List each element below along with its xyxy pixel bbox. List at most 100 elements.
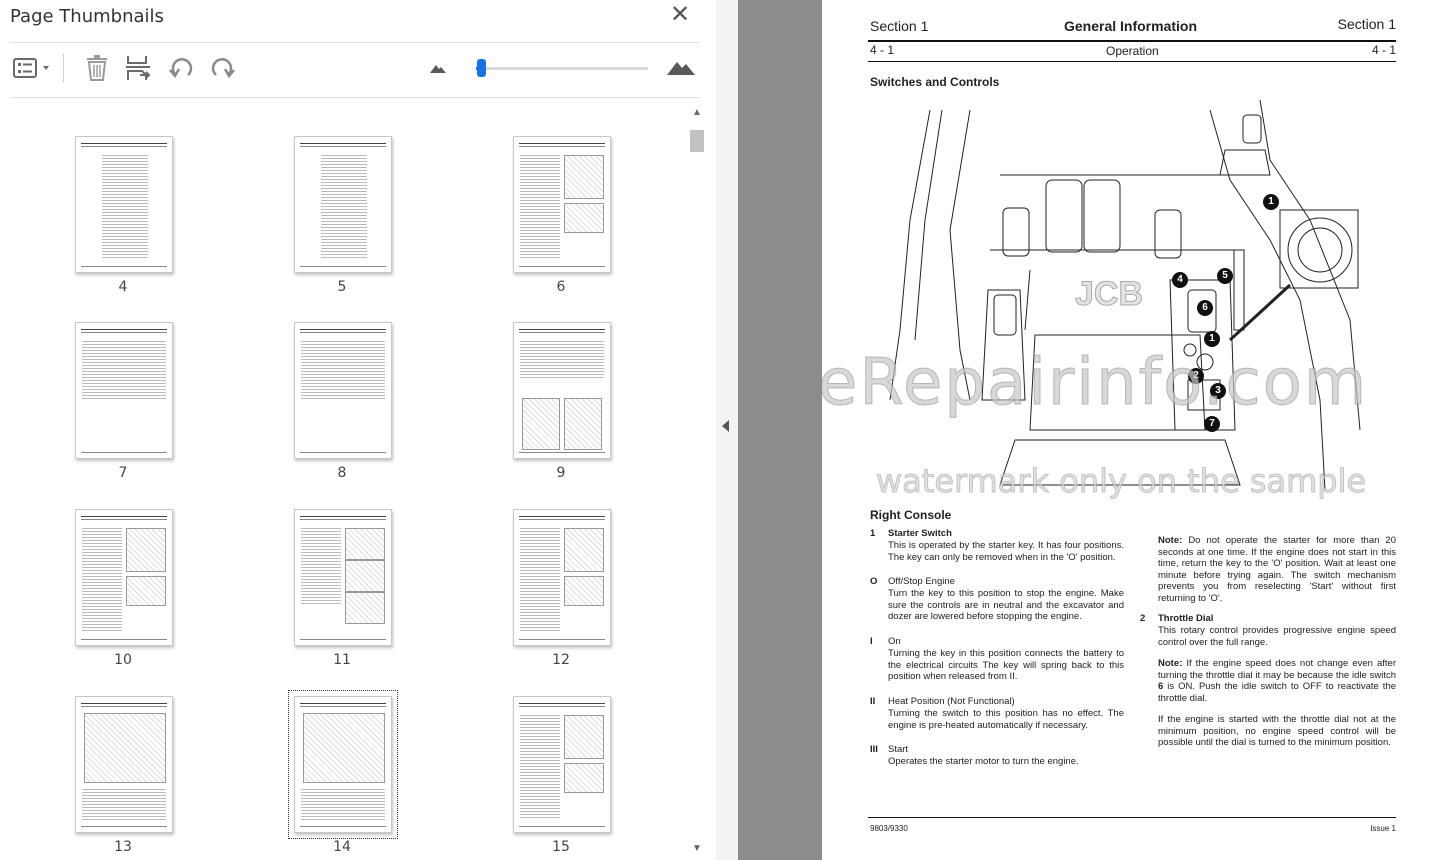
note-text: Do not operate the starter for more than… <box>1158 535 1396 604</box>
thumbnail-content <box>102 153 148 258</box>
header-section-right: Section 1 <box>1337 16 1396 32</box>
thumbnail-content <box>82 787 166 822</box>
page-number-label: 9 <box>556 465 566 481</box>
page-thumbnail[interactable] <box>294 136 392 273</box>
thumbnail-content <box>300 826 386 827</box>
thumbnail-content <box>300 327 386 330</box>
panel-splitter[interactable] <box>716 0 738 860</box>
page-thumbnail[interactable] <box>294 322 392 459</box>
note-label: Note: <box>1158 535 1183 546</box>
insert-pages-icon[interactable] <box>122 52 154 84</box>
thumbnail-content <box>519 701 605 704</box>
callout-marker: 1 <box>1204 331 1220 347</box>
thumbnail-content <box>519 452 605 453</box>
scroll-up-arrow-icon[interactable]: ▲ <box>692 108 702 118</box>
thumbnail-content <box>564 398 602 450</box>
thumbnail-content <box>81 266 167 267</box>
thumbnail-content <box>520 339 604 379</box>
page-thumbnail[interactable] <box>513 136 611 273</box>
page-number-label: 8 <box>337 465 347 481</box>
page-number-label: 15 <box>552 839 570 855</box>
header-section-left: Section 1 <box>870 18 929 34</box>
panel-title: Page Thumbnails <box>10 6 164 27</box>
zoom-slider-handle[interactable] <box>477 59 487 77</box>
thumbnail-content <box>81 519 167 520</box>
thumbnail-content <box>301 339 385 399</box>
page-number-label: 5 <box>337 279 347 295</box>
jcb-logo-text: JCB <box>1075 275 1143 313</box>
thumbnail-content <box>519 639 605 640</box>
thumbnails-panel: Page Thumbnails ✕ 4 5 6 7 8 9 10 11 12 1… <box>0 0 717 860</box>
thumbnail-content <box>300 706 386 707</box>
thumbnail-content <box>519 327 605 330</box>
note-ref: 6 <box>1158 681 1164 692</box>
rotate-clockwise-icon[interactable] <box>208 52 238 84</box>
thumbnail-content <box>519 266 605 267</box>
page-number-label: 10 <box>114 652 132 668</box>
section-title: Switches and Controls <box>870 75 1000 89</box>
title-divider <box>10 42 700 43</box>
rotate-counterclockwise-icon[interactable] <box>166 52 196 84</box>
note-throttle: Note: If the engine speed does not chang… <box>1158 658 1396 704</box>
header-title: General Information <box>1064 18 1198 34</box>
scroll-down-arrow-icon[interactable]: ▼ <box>692 844 702 854</box>
mountain-large-icon[interactable] <box>664 52 698 84</box>
thumbnail-content <box>81 327 167 330</box>
thumbnails-scrollbar[interactable]: ▲ ▼ <box>688 104 706 858</box>
thumbnail-content <box>564 715 604 759</box>
thumbnail-content <box>126 576 166 606</box>
page-number-label: 11 <box>333 652 351 668</box>
paragraph-throttle-min: If the engine is started with the thrott… <box>1158 714 1396 748</box>
thumbnail-content <box>81 141 167 144</box>
close-icon[interactable]: ✕ <box>668 3 692 28</box>
page-number-label: 4 <box>118 279 128 295</box>
thumbnail-content <box>81 639 167 640</box>
page-thumbnail[interactable] <box>288 690 398 839</box>
footer-rule <box>868 817 1396 818</box>
thumbnail-content <box>564 203 604 233</box>
collapse-panel-arrow-icon[interactable] <box>722 420 729 432</box>
thumbnail-content <box>300 332 386 333</box>
item-title: Heat Position (Not Functional) <box>888 696 1015 707</box>
page-thumbnail[interactable] <box>513 322 611 459</box>
thumbnail-content <box>520 526 560 631</box>
thumbnail-content <box>564 155 604 199</box>
item-text: Turning the switch to this position has … <box>888 708 1124 731</box>
thumbnail-content <box>81 452 167 453</box>
zoom-slider[interactable] <box>476 59 648 77</box>
trash-icon[interactable] <box>82 52 112 84</box>
callout-marker: 3 <box>1210 383 1226 399</box>
page-thumbnail[interactable] <box>75 136 173 273</box>
item-number: I <box>870 636 873 647</box>
thumbnails-toolbar <box>0 46 716 92</box>
item-text: This is operated by the starter key. It … <box>888 540 1124 563</box>
page-thumbnail[interactable] <box>513 696 611 833</box>
mountain-small-icon[interactable] <box>426 52 450 84</box>
thumbnail-content <box>321 153 367 258</box>
thumbnail-content <box>519 332 605 333</box>
cab-console-illustration: JCB <box>889 100 1361 491</box>
page-thumbnail[interactable] <box>75 696 173 833</box>
thumbnail-content <box>300 266 386 267</box>
page-thumbnail[interactable] <box>75 322 173 459</box>
note-label: Note: <box>1158 658 1183 669</box>
thumbnail-content <box>301 787 385 822</box>
header-subtitle: Operation <box>1106 44 1159 58</box>
thumbnail-content <box>520 713 560 818</box>
item-number: III <box>870 744 878 755</box>
page-number-label: 13 <box>114 839 132 855</box>
scrollbar-thumb[interactable] <box>690 130 704 152</box>
note-starter: Note: Do not operate the starter for mor… <box>1158 535 1396 604</box>
item-text: Turn the key to this position to stop th… <box>888 588 1124 622</box>
thumbnail-content <box>84 713 166 783</box>
page-thumbnail[interactable] <box>513 509 611 646</box>
page-thumbnail[interactable] <box>294 509 392 646</box>
thumbnail-content <box>564 576 604 606</box>
thumbnail-content <box>300 639 386 640</box>
thumbnail-content <box>519 519 605 520</box>
thumbnail-content <box>301 526 341 606</box>
thumbnail-content <box>126 528 166 572</box>
page-thumbnail[interactable] <box>75 509 173 646</box>
thumbnail-options-icon[interactable] <box>10 52 54 84</box>
item-title: Throttle Dial <box>1158 613 1214 624</box>
